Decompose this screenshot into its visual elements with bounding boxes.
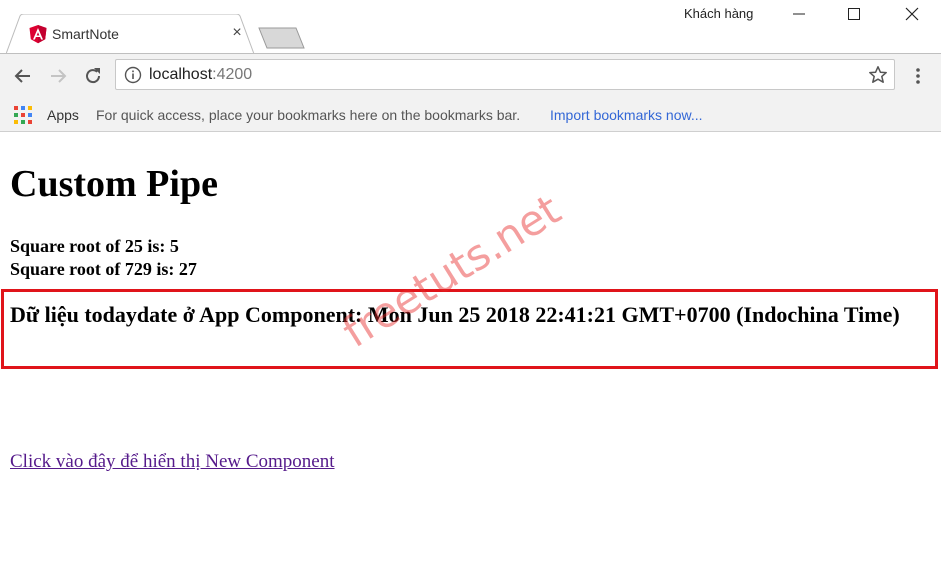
maximize-button[interactable] (831, 0, 877, 28)
title-bar: SmartNote × Khách hàng (0, 0, 941, 54)
url-text[interactable]: localhost:4200 (149, 65, 252, 85)
window-close-button[interactable] (889, 0, 935, 28)
tab-smartnote[interactable]: SmartNote × (6, 14, 256, 54)
forward-icon (51, 69, 67, 83)
today-date-text: Dữ liệu todaydate ở App Component: Mon J… (10, 302, 900, 327)
url-port: :4200 (212, 66, 253, 83)
minimize-icon (793, 13, 805, 15)
window-close-icon (905, 7, 919, 21)
bookmarks-hint: For quick access, place your bookmarks h… (96, 107, 521, 123)
address-bar[interactable]: localhost:4200 (115, 59, 895, 90)
tab-title: SmartNote (52, 26, 119, 42)
star-icon[interactable] (868, 65, 888, 85)
bookmarks-bar: Apps For quick access, place your bookma… (0, 98, 941, 132)
import-bookmarks-link[interactable]: Import bookmarks now... (550, 106, 703, 124)
minimize-button[interactable] (776, 0, 822, 28)
browser-toolbar: localhost:4200 (0, 54, 941, 98)
forward-button[interactable] (46, 64, 70, 88)
page-content: Custom Pipe Square root of 25 is: 5 Squa… (0, 133, 941, 577)
menu-icon (916, 68, 920, 84)
profile-name[interactable]: Khách hàng (684, 6, 753, 21)
apps-button[interactable]: Apps (47, 106, 79, 124)
back-button[interactable] (11, 64, 35, 88)
page-title: Custom Pipe (10, 163, 218, 205)
reload-icon (86, 68, 101, 84)
back-icon (14, 69, 30, 83)
menu-button[interactable] (908, 64, 928, 88)
maximize-icon (848, 8, 860, 20)
angular-icon (29, 25, 47, 44)
url-host: localhost (149, 66, 213, 83)
sqrt-result-1: Square root of 25 is: 5 (10, 236, 179, 256)
info-icon[interactable] (124, 66, 142, 84)
new-component-link[interactable]: Click vào đây để hiển thị New Component (10, 450, 335, 474)
sqrt-result-2: Square root of 729 is: 27 (10, 259, 197, 279)
new-tab-icon[interactable] (258, 27, 306, 49)
reload-button[interactable] (81, 64, 105, 88)
close-icon[interactable]: × (228, 23, 246, 43)
apps-grid-icon[interactable] (14, 106, 32, 124)
